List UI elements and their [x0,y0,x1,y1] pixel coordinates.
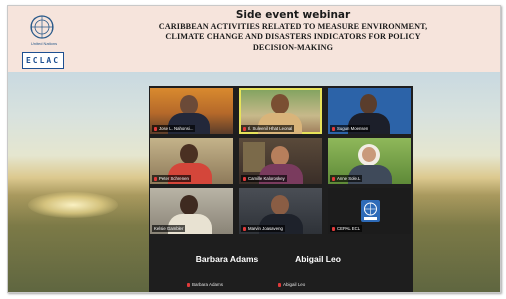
participant-head [180,144,198,164]
muted-mic-icon [332,227,335,231]
un-caption: United Nations [30,41,58,46]
title-line-1: Side event webinar [235,9,351,21]
muted-mic-icon [187,283,190,287]
participant-head [180,95,198,115]
muted-mic-icon [243,227,246,231]
participant-tile-8[interactable]: Marvin Joasaveng [239,188,322,234]
title-line-2: CARIBBEAN ACTIVITIES RELATED TO MEASURE … [158,22,428,31]
video-call-grid: Jose L. Nahonsi... Il. Suleenil Hhat Leo… [149,86,413,292]
participant-tile-5[interactable]: Camille Kaloroskey [239,138,322,184]
logo-block: United Nations ECLAC [15,10,64,70]
participant-tile-6[interactable]: Anne Sole.L [328,138,411,184]
participant-tile-7[interactable]: Kelsie Gambler [150,188,233,234]
muted-mic-icon [154,177,157,181]
un-emblem-icon [364,202,377,220]
participant-name-tag: Il. Suleenil Hhat Leonal [241,125,295,132]
title-line-3: CLIMATE CHANGE AND DISASTERS INDICATORS … [165,32,421,42]
participant-face [362,147,376,162]
muted-mic-icon [278,283,281,287]
muted-mic-icon [154,127,157,131]
un-logo-icon [361,200,380,222]
participant-name-tag: Peter Schrenen [152,175,191,182]
audio-only-tag-2: Abigail Leo [278,282,305,287]
muted-mic-icon [243,127,246,131]
participant-name-tag: Sugun Moensen [330,125,371,132]
participant-tile-4[interactable]: Peter Schrenen [150,138,233,184]
un-emblem-icon [30,15,54,39]
participant-name-tag: Marvin Joasaveng [241,225,285,232]
participant-head [360,94,377,114]
muted-mic-icon [243,177,246,181]
webinar-title: Side event webinar CARIBBEAN ACTIVITIES … [103,9,483,53]
participant-name-tag: Camille Kaloroskey [241,175,287,182]
participant-head [271,94,289,114]
participant-tile-3[interactable]: Sugun Moensen [328,88,411,134]
audio-only-name-2: Abigail Leo [295,254,341,264]
participant-name-tag: Kelsie Gambler [152,225,186,232]
muted-mic-icon [332,177,335,181]
sunset-glow [28,192,118,218]
participant-head [271,146,289,166]
participant-name-tag: Anne Sole.L [330,175,363,182]
participant-tile-9[interactable]: CEPAL ECL [328,188,411,234]
participant-name-tag: CEPAL ECL [330,225,363,232]
participant-tile-2[interactable]: Il. Suleenil Hhat Leonal [239,88,322,134]
eclac-logo: ECLAC [22,52,64,69]
muted-mic-icon [332,127,335,131]
audio-only-name-1: Barbara Adams [195,254,259,264]
webinar-header: United Nations ECLAC Side event webinar … [8,6,500,72]
participant-head [180,195,198,215]
screenshot-frame: United Nations ECLAC Side event webinar … [7,5,501,293]
participant-tile-1[interactable]: Jose L. Nahonsi... [150,88,233,134]
title-line-4: DECISION-MAKING [252,42,334,52]
bookshelf [243,142,265,172]
participant-name-tag: Jose L. Nahonsi... [152,125,196,132]
participant-head [271,195,289,215]
audio-only-tag-1: Barbara Adams [187,282,223,287]
